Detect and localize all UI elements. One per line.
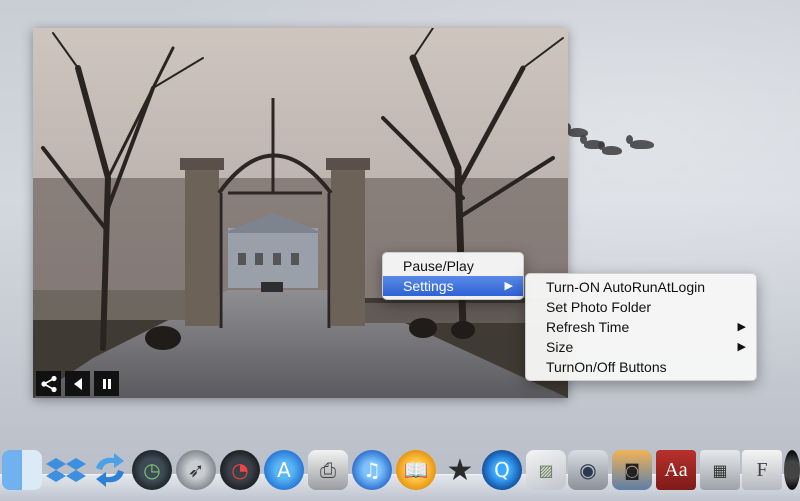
dictionary-icon-label: Aa [664, 458, 688, 481]
previous-icon [73, 377, 82, 390]
menu-item-set-photo-folder[interactable]: Set Photo Folder [526, 297, 756, 317]
dropbox-icon[interactable] [46, 450, 86, 490]
dashboard-icon[interactable]: ◔ [220, 450, 260, 490]
iphoto-icon[interactable]: ◙ [612, 450, 652, 490]
calculator-icon[interactable]: ▦ [700, 450, 740, 490]
printer-icon[interactable]: ⎙ [308, 450, 348, 490]
context-menu: Pause/Play Settings ▶ [382, 252, 524, 300]
app-store-icon[interactable]: A [264, 450, 304, 490]
menu-item-size[interactable]: Size ▶ [526, 337, 756, 357]
menu-item-label: Pause/Play [403, 258, 474, 274]
slideshow-controls [36, 371, 119, 396]
menu-item-pause-play[interactable]: Pause/Play [383, 256, 523, 276]
slideshow-photo [33, 28, 568, 398]
font-book-icon[interactable]: F [742, 450, 782, 490]
facetime-icon[interactable]: ◉ [568, 450, 608, 490]
pause-button[interactable] [94, 371, 119, 396]
duck-decoration [626, 135, 654, 149]
menu-item-label: Refresh Time [546, 319, 630, 335]
font-book-icon-label: F [756, 458, 768, 481]
menu-item-settings[interactable]: Settings ▶ [383, 276, 523, 296]
ibooks-icon[interactable]: 📖 [396, 450, 436, 490]
photo-slideshow-window[interactable] [33, 28, 568, 398]
finder-icon[interactable] [2, 450, 42, 490]
menu-item-label: TurnOn/Off Buttons [546, 359, 667, 375]
submenu-arrow-icon: ▶ [737, 341, 746, 353]
dictionary-icon[interactable]: Aa [656, 450, 696, 490]
menu-item-toggle-buttons[interactable]: TurnOn/Off Buttons [526, 357, 756, 377]
launchpad-icon[interactable]: ➶ [176, 450, 216, 490]
menu-item-label: Settings [403, 278, 454, 294]
duck-decoration [598, 141, 622, 155]
menu-item-refresh-time[interactable]: Refresh Time ▶ [526, 317, 756, 337]
quicktime-icon[interactable]: Q [482, 450, 522, 490]
menu-item-autorun-at-login[interactable]: Turn-ON AutoRunAtLogin [526, 277, 756, 297]
share-button[interactable] [36, 371, 61, 396]
previous-button[interactable] [65, 371, 90, 396]
settings-submenu: Turn-ON AutoRunAtLogin Set Photo Folder … [525, 273, 757, 381]
menu-item-label: Turn-ON AutoRunAtLogin [546, 279, 706, 295]
preview-icon[interactable]: ▨ [526, 450, 566, 490]
pause-icon [102, 378, 111, 389]
share-icon [40, 375, 57, 392]
itunes-icon[interactable]: ♫ [352, 450, 392, 490]
menu-item-label: Set Photo Folder [546, 299, 652, 315]
time-machine-icon[interactable]: ◷ [132, 450, 172, 490]
submenu-arrow-icon: ▶ [737, 321, 746, 333]
menu-item-label: Size [546, 339, 574, 355]
submenu-arrow-icon: ▶ [504, 280, 513, 292]
sync-icon[interactable] [90, 450, 130, 490]
partial-dock-icon[interactable] [784, 450, 800, 490]
dock: ◷ ➶ ◔ A ⎙ ♫ 📖 ★ Q ▨ ◉ ◙ Aa ▦ F [0, 444, 800, 501]
imovie-icon[interactable]: ★ [440, 450, 480, 490]
